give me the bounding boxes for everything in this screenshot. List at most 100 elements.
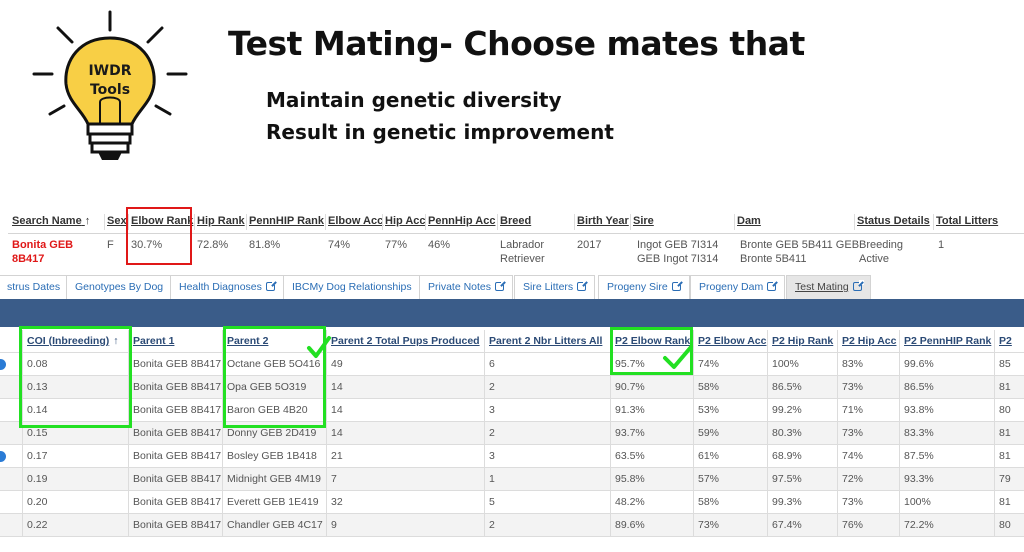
cell-p2-nbr-litters: 2 bbox=[484, 514, 610, 537]
grid-header-p2-hip-acc[interactable]: P2 Hip Acc bbox=[837, 330, 899, 353]
tab-genotypes-by-dog[interactable]: Genotypes By Dog bbox=[66, 275, 173, 299]
header-total-litters[interactable]: Total Litters bbox=[936, 212, 998, 231]
tab-estrus-dates[interactable]: strus Dates bbox=[0, 275, 70, 299]
cell-p2-total-pups: 14 bbox=[326, 422, 484, 445]
cell-p2-pennhip-rank: 87.5% bbox=[899, 445, 994, 468]
header-status-details[interactable]: Status Details bbox=[857, 212, 930, 231]
dog-pennhip-acc: 46% bbox=[428, 239, 451, 251]
tab-test-mating[interactable]: Test Mating bbox=[786, 275, 871, 299]
cell-p2-nbr-litters: 5 bbox=[484, 491, 610, 514]
cell-p2-hip-rank: 80.3% bbox=[767, 422, 837, 445]
external-link-icon bbox=[265, 280, 277, 291]
cell-p2-hip-rank: 99.2% bbox=[767, 399, 837, 422]
grid-header-p2-total-pups[interactable]: Parent 2 Total Pups Produced bbox=[326, 330, 484, 353]
cell-p2-hip-rank: 99.3% bbox=[767, 491, 837, 514]
slide-title: Test Mating- Choose mates that bbox=[228, 24, 805, 63]
cell-parent1: Bonita GEB 8B417 bbox=[128, 399, 222, 422]
table-row[interactable]: 0.19 Bonita GEB 8B417 Midnight GEB 4M19 7 1 9… bbox=[0, 468, 1024, 491]
table-row[interactable]: 0.08 Bonita GEB 8B417 Octane GEB 5O416 49 6 9… bbox=[0, 353, 1024, 376]
header-hip-acc[interactable]: Hip Acc bbox=[385, 212, 426, 231]
cell-p2-more: 79 bbox=[994, 468, 1024, 491]
grid-header-p2-pennhip-rank[interactable]: P2 PennHIP Rank bbox=[899, 330, 994, 353]
cell-p2-elbow-acc: 58% bbox=[693, 376, 767, 399]
coi-highlight bbox=[19, 326, 132, 428]
grid-header-parent1[interactable]: Parent 1 bbox=[128, 330, 222, 353]
cell-p2-elbow-rank: 91.3% bbox=[610, 399, 693, 422]
cell-p2-hip-acc: 73% bbox=[837, 491, 899, 514]
cell-p2-more: 81 bbox=[994, 376, 1024, 399]
bulb-label: IWDR Tools bbox=[78, 62, 142, 100]
row-indicator-icon[interactable] bbox=[0, 359, 6, 370]
header-sex[interactable]: Sex bbox=[107, 212, 127, 231]
cell-coi: 0.22 bbox=[22, 514, 128, 537]
cell-p2-hip-acc: 73% bbox=[837, 422, 899, 445]
cell-p2-total-pups: 7 bbox=[326, 468, 484, 491]
table-row[interactable]: 0.15 Bonita GEB 8B417 Donny GEB 2D419 14 2 93… bbox=[0, 422, 1024, 445]
table-row[interactable]: 0.17 Bonita GEB 8B417 Bosley GEB 1B418 21 3 6… bbox=[0, 445, 1024, 468]
dog-breed: Labrador Retriever bbox=[500, 239, 545, 265]
grid-header-p2-hip-rank[interactable]: P2 Hip Rank bbox=[767, 330, 837, 353]
cell-p2-pennhip-rank: 72.2% bbox=[899, 514, 994, 537]
cell-p2-hip-rank: 67.4% bbox=[767, 514, 837, 537]
row-indicator-icon[interactable] bbox=[0, 451, 6, 462]
grid-header-p2-elbow-acc[interactable]: P2 Elbow Acc bbox=[693, 330, 767, 353]
table-row[interactable]: 0.14 Bonita GEB 8B417 Baron GEB 4B20 14 3 91.… bbox=[0, 399, 1024, 422]
cell-p2-elbow-acc: 58% bbox=[693, 491, 767, 514]
bulb-label-line1: IWDR bbox=[88, 63, 132, 79]
table-row[interactable]: 0.13 Bonita GEB 8B417 Opa GEB 5O319 14 2 90.7… bbox=[0, 376, 1024, 399]
external-link-icon bbox=[852, 280, 864, 291]
cell-coi: 0.19 bbox=[22, 468, 128, 491]
cell-p2-total-pups: 49 bbox=[326, 353, 484, 376]
tab-health-diagnoses[interactable]: Health Diagnoses bbox=[170, 275, 284, 299]
tab-private-notes[interactable]: Private Notes bbox=[419, 275, 514, 299]
cell-p2-total-pups: 14 bbox=[326, 399, 484, 422]
cell-parent2: Chandler GEB 4C17 bbox=[222, 514, 326, 537]
cell-parent1: Bonita GEB 8B417 bbox=[128, 376, 222, 399]
slide-bullets: Maintain genetic diversity Result in gen… bbox=[266, 84, 614, 148]
cell-p2-pennhip-rank: 93.3% bbox=[899, 468, 994, 491]
header-dam[interactable]: Dam bbox=[737, 212, 761, 231]
cell-p2-more: 81 bbox=[994, 422, 1024, 445]
cell-p2-hip-rank: 68.9% bbox=[767, 445, 837, 468]
tab-ibcmy-dog-relationships[interactable]: IBCMy Dog Relationships bbox=[283, 275, 421, 299]
table-row[interactable]: 0.20 Bonita GEB 8B417 Everett GEB 1E419 32 5… bbox=[0, 491, 1024, 514]
table-row[interactable]: 0.22 Bonita GEB 8B417 Chandler GEB 4C17 9 2 8… bbox=[0, 514, 1024, 537]
grid-header-p2-more[interactable]: P2 bbox=[994, 330, 1024, 353]
header-elbow-acc[interactable]: Elbow Acc bbox=[328, 212, 383, 231]
detail-tabs: strus Dates Genotypes By Dog Health Diag… bbox=[0, 275, 1024, 299]
dog-pennhip-rank: 81.8% bbox=[249, 239, 281, 251]
cell-p2-elbow-acc: 59% bbox=[693, 422, 767, 445]
dog-hip-rank: 72.8% bbox=[197, 239, 229, 251]
cell-p2-hip-acc: 76% bbox=[837, 514, 899, 537]
bulb-label-line2: Tools bbox=[89, 82, 131, 98]
tab-progeny-dam[interactable]: Progeny Dam bbox=[690, 275, 786, 299]
cell-p2-hip-acc: 74% bbox=[837, 445, 899, 468]
header-birth-year[interactable]: Birth Year bbox=[577, 212, 629, 231]
cell-p2-total-pups: 14 bbox=[326, 376, 484, 399]
header-pennhip-rank[interactable]: PennHIP Rank bbox=[249, 212, 324, 231]
dog-elbow-acc: 74% bbox=[328, 239, 351, 251]
cell-p2-elbow-acc: 74% bbox=[693, 353, 767, 376]
cell-p2-hip-rank: 97.5% bbox=[767, 468, 837, 491]
header-search-name[interactable]: Search Name ↑ bbox=[12, 212, 90, 231]
cell-p2-elbow-acc: 61% bbox=[693, 445, 767, 468]
dog-hip-acc: 77% bbox=[385, 239, 408, 251]
header-sire[interactable]: Sire bbox=[633, 212, 654, 231]
cell-p2-total-pups: 32 bbox=[326, 491, 484, 514]
tab-progeny-sire[interactable]: Progeny Sire bbox=[598, 275, 690, 299]
grid-toolbar bbox=[0, 299, 1024, 327]
header-hip-rank[interactable]: Hip Rank bbox=[197, 212, 245, 231]
dog-name-link[interactable]: Bonita GEB 8B417 bbox=[12, 238, 73, 266]
header-pennhip-acc[interactable]: PennHip Acc bbox=[428, 212, 495, 231]
cell-p2-more: 85 bbox=[994, 353, 1024, 376]
cell-parent1: Bonita GEB 8B417 bbox=[128, 445, 222, 468]
cell-p2-elbow-rank: 89.6% bbox=[610, 514, 693, 537]
header-breed[interactable]: Breed bbox=[500, 212, 531, 231]
cell-p2-hip-rank: 100% bbox=[767, 353, 837, 376]
cell-p2-nbr-litters: 3 bbox=[484, 399, 610, 422]
grid-header-p2-nbr-litters[interactable]: Parent 2 Nbr Litters All bbox=[484, 330, 610, 353]
cell-p2-elbow-rank: 90.7% bbox=[610, 376, 693, 399]
cell-p2-nbr-litters: 2 bbox=[484, 376, 610, 399]
tab-sire-litters[interactable]: Sire Litters bbox=[514, 275, 596, 299]
cell-p2-more: 80 bbox=[994, 514, 1024, 537]
